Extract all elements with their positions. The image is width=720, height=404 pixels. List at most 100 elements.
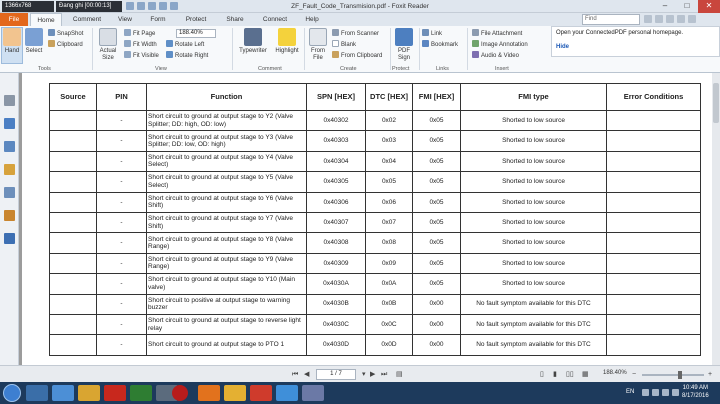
- settings-icon[interactable]: [688, 15, 696, 23]
- record-icon[interactable]: [172, 385, 188, 401]
- cell-pin: -: [96, 313, 147, 336]
- hand-button[interactable]: Hand: [3, 28, 21, 55]
- firefox-icon[interactable]: [198, 385, 220, 401]
- start-button[interactable]: [3, 384, 21, 402]
- close-button[interactable]: ✕: [698, 0, 720, 13]
- vertical-scrollbar[interactable]: [712, 73, 720, 365]
- page-thumbnails-icon[interactable]: [4, 95, 15, 106]
- file-attachment-button[interactable]: File Attachment: [472, 29, 522, 39]
- pdf-sign-button[interactable]: PDF Sign: [393, 28, 415, 62]
- folder-icon[interactable]: [78, 385, 100, 401]
- group-label-protect: Protect: [392, 66, 410, 72]
- foxit-reader-icon[interactable]: [250, 385, 272, 401]
- layers-icon[interactable]: [4, 141, 15, 152]
- cell-dtc: 0x0D: [365, 334, 413, 356]
- cell-fmi-type: Shorted to low source: [460, 273, 607, 295]
- cell-fmi-type: Shorted to low source: [460, 109, 607, 132]
- dropdown-icon[interactable]: ▾: [362, 370, 366, 379]
- system-clock[interactable]: 10:49 AM 8/17/2016: [682, 384, 709, 400]
- continuous-icon[interactable]: ▮: [553, 370, 557, 379]
- explorer-icon[interactable]: [26, 385, 48, 401]
- fit-visible-button[interactable]: Fit Visible: [124, 51, 159, 61]
- tab-view[interactable]: View: [112, 13, 138, 26]
- attachments-icon[interactable]: [4, 187, 15, 198]
- excel-icon[interactable]: [130, 385, 152, 401]
- search-icon[interactable]: [644, 15, 652, 23]
- tab-share[interactable]: Share: [220, 13, 250, 26]
- volume-icon[interactable]: [662, 389, 669, 396]
- tab-protect[interactable]: Protect: [178, 13, 214, 26]
- single-page-icon[interactable]: ▯: [540, 370, 544, 379]
- cell-source: [49, 313, 97, 336]
- signatures-icon[interactable]: [4, 233, 15, 244]
- fit-width-button[interactable]: Fit Width: [124, 40, 157, 50]
- tab-help[interactable]: Help: [300, 13, 324, 26]
- highlight-button[interactable]: Highlight: [273, 28, 301, 55]
- app-icon[interactable]: [302, 385, 324, 401]
- fit-page-button[interactable]: Fit Page: [124, 29, 155, 39]
- from-clipboard-button[interactable]: From Clipboard: [332, 51, 382, 61]
- snapshot-button[interactable]: SnapShot: [48, 29, 83, 39]
- hide-link[interactable]: Hide: [556, 44, 715, 50]
- cell-function: Short circuit to ground at output stage …: [146, 252, 307, 275]
- cell-fmi-type: Shorted to low source: [460, 232, 607, 254]
- cell-fmi: 0x05: [412, 232, 461, 254]
- cell-dtc: 0x05: [365, 171, 413, 193]
- next-page-button[interactable]: ▶: [370, 370, 375, 379]
- zoom-select[interactable]: 188.40%: [176, 29, 216, 38]
- link-button[interactable]: Link: [422, 29, 442, 39]
- bookmark-button[interactable]: Bookmark: [422, 40, 458, 50]
- prev-result-icon[interactable]: [655, 15, 663, 23]
- zoom-out-icon[interactable]: −: [632, 370, 636, 379]
- bookmarks-icon[interactable]: [4, 118, 15, 129]
- prev-page-button[interactable]: ◀: [304, 370, 309, 379]
- zoom-slider[interactable]: [642, 371, 704, 379]
- first-page-button[interactable]: ⏮: [292, 370, 298, 379]
- skype-icon[interactable]: [276, 385, 298, 401]
- scrollbar-thumb[interactable]: [713, 83, 719, 123]
- tab-form[interactable]: Form: [145, 13, 171, 26]
- last-page-button[interactable]: ⏭: [381, 370, 387, 379]
- from-scanner-button[interactable]: From Scanner: [332, 29, 379, 39]
- language-indicator[interactable]: EN: [626, 389, 634, 395]
- pdf-app-icon[interactable]: [104, 385, 126, 401]
- cell-fmi: 0x00: [412, 334, 461, 356]
- tab-file[interactable]: File: [0, 13, 28, 26]
- battery-icon[interactable]: [672, 389, 679, 396]
- select-button[interactable]: Select: [24, 28, 44, 55]
- security-icon[interactable]: [4, 210, 15, 221]
- find-input[interactable]: Find: [582, 14, 640, 25]
- blank-button[interactable]: Blank: [332, 40, 356, 50]
- maximize-button[interactable]: □: [676, 0, 698, 13]
- audio-video-button[interactable]: Audio & Video: [472, 51, 519, 61]
- image-annotation-button[interactable]: Image Annotation: [472, 40, 528, 50]
- table-row: - Short circuit to ground at output stage…: [49, 130, 701, 152]
- network-icon[interactable]: [652, 389, 659, 396]
- layout-icon[interactable]: ▤: [396, 370, 403, 379]
- zoom-slider-handle[interactable]: [678, 371, 682, 379]
- typewriter-button[interactable]: Typewriter: [236, 28, 270, 55]
- chrome-icon[interactable]: [224, 385, 246, 401]
- account-icon[interactable]: [677, 15, 685, 23]
- clipboard-button[interactable]: Clipboard: [48, 40, 83, 50]
- rotate-left-button[interactable]: Rotate Left: [166, 40, 204, 50]
- cell-error-conditions: [606, 334, 701, 356]
- pen-sign-icon: [395, 28, 413, 46]
- tab-connect[interactable]: Connect: [257, 13, 293, 26]
- comments-icon[interactable]: [4, 164, 15, 175]
- page-number-input[interactable]: 1 / 7: [316, 369, 356, 380]
- clipboard-icon: [332, 51, 339, 58]
- tab-home[interactable]: Home: [30, 13, 62, 26]
- actual-size-button[interactable]: Actual Size: [96, 28, 120, 62]
- tray-expand-icon[interactable]: [642, 389, 649, 396]
- from-file-button[interactable]: From File: [307, 28, 329, 62]
- rotate-right-button[interactable]: Rotate Right: [166, 51, 208, 61]
- continuous-facing-icon[interactable]: ▦: [582, 370, 589, 379]
- minimize-button[interactable]: –: [654, 0, 676, 13]
- ie-icon[interactable]: [52, 385, 74, 401]
- zoom-in-icon[interactable]: +: [708, 370, 712, 379]
- tab-comment[interactable]: Comment: [68, 13, 106, 26]
- facing-icon[interactable]: ▯▯: [566, 370, 574, 379]
- next-result-icon[interactable]: [666, 15, 674, 23]
- header-dtc: DTC [HEX]: [365, 83, 413, 111]
